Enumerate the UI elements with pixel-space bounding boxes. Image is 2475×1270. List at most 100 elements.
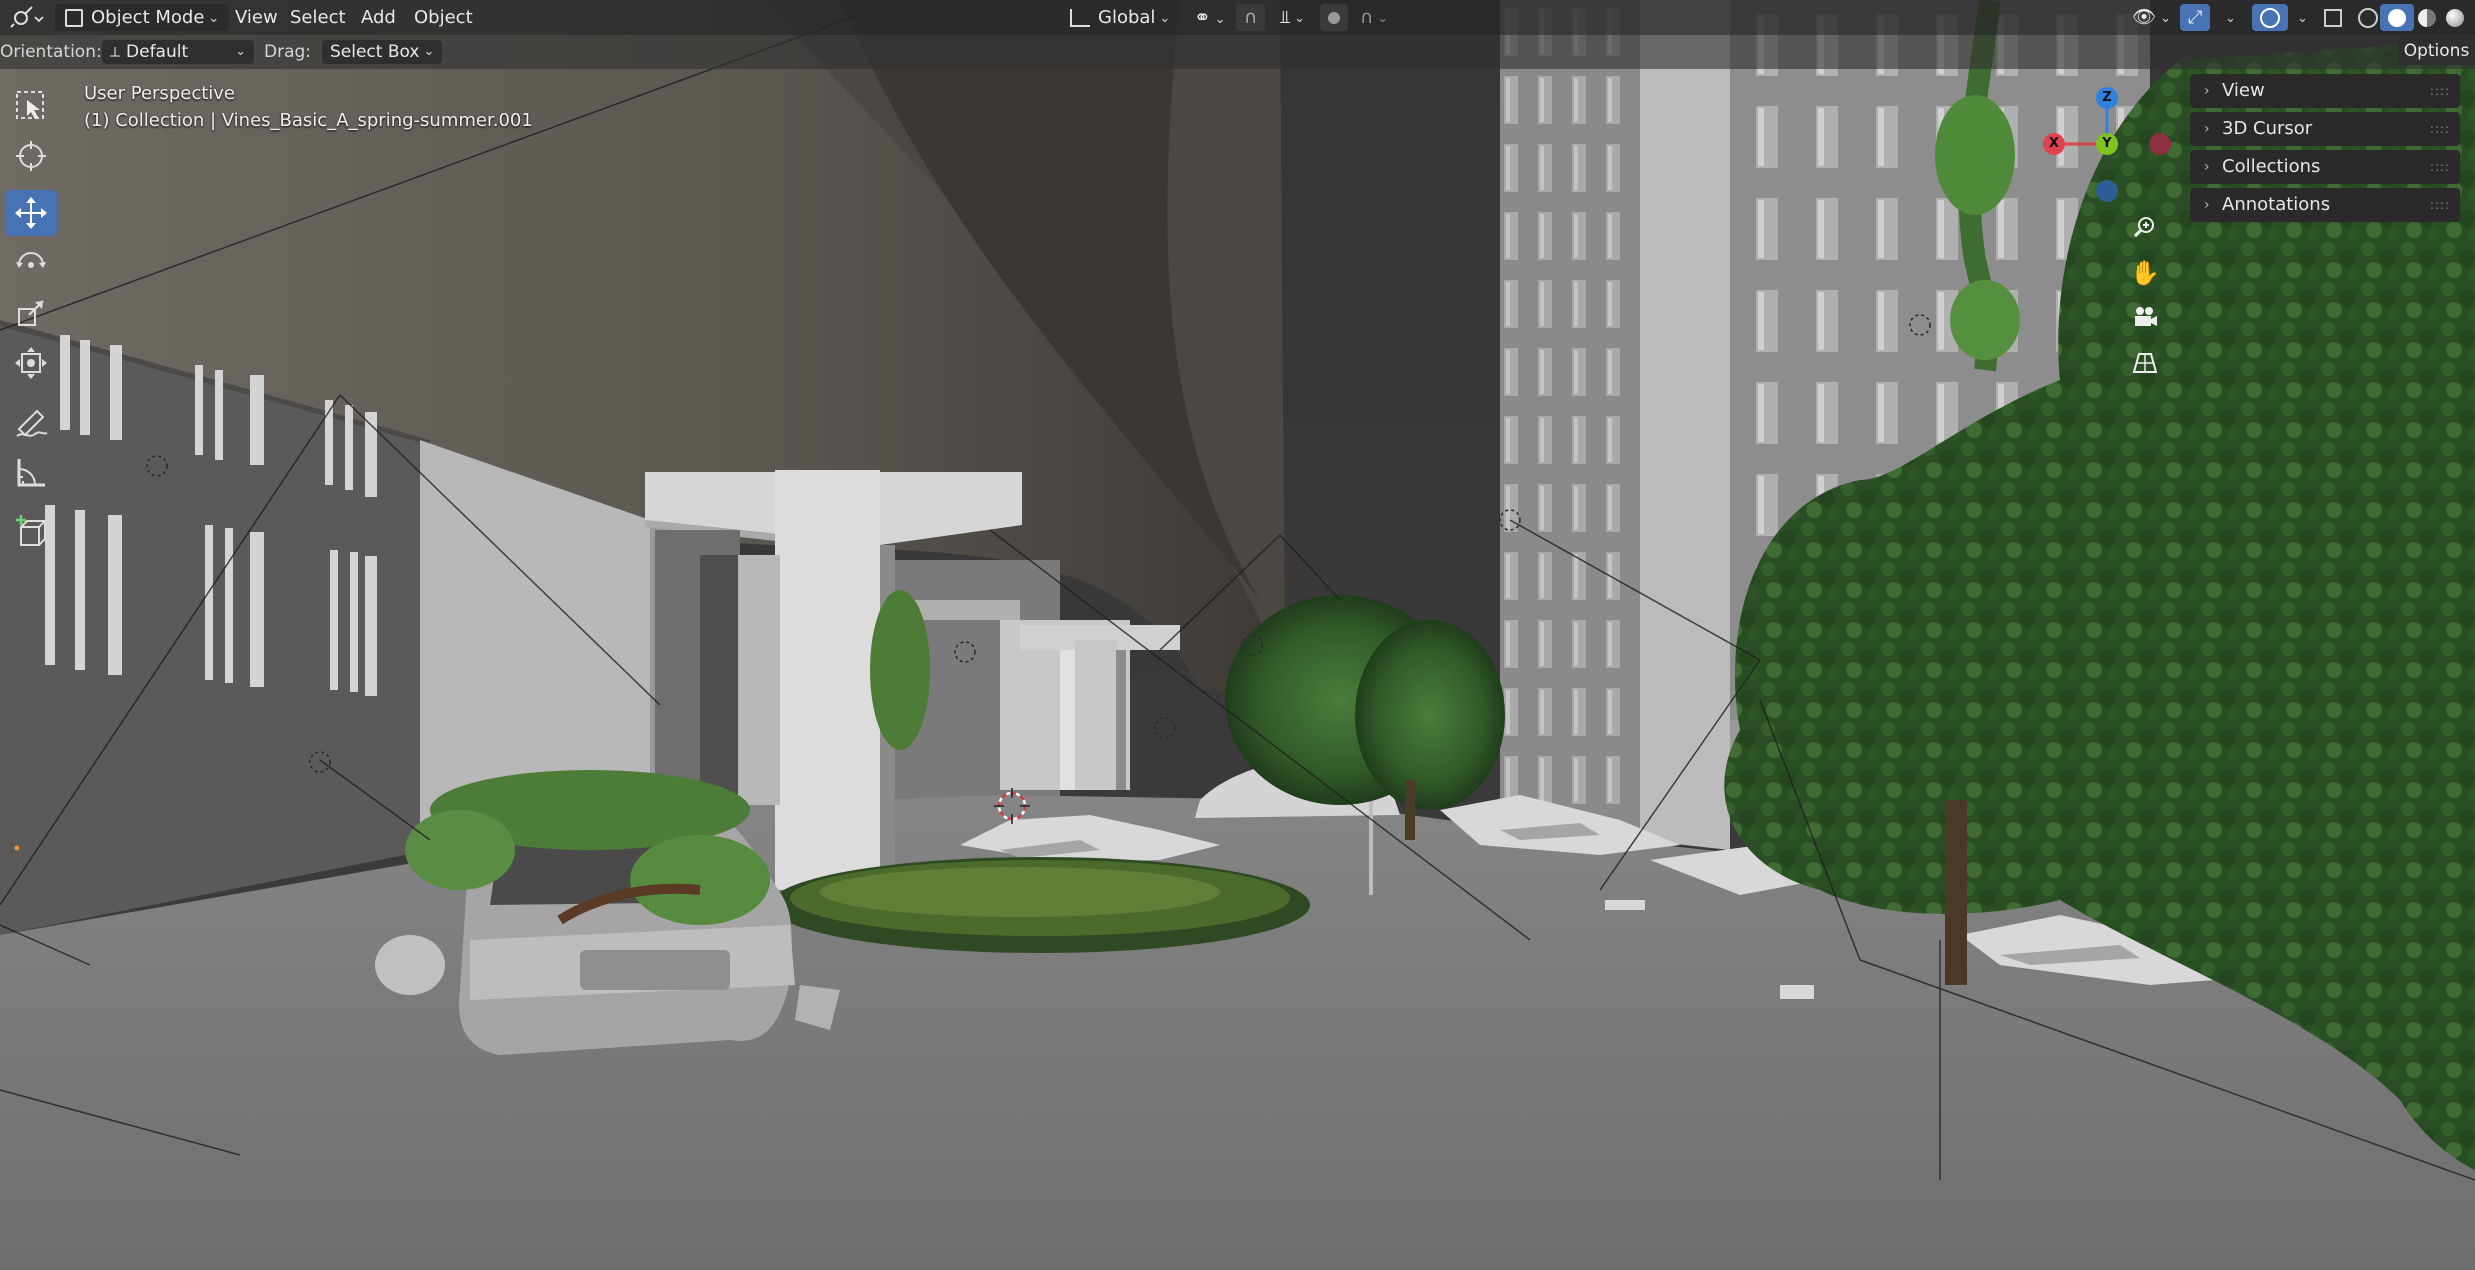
npanel-section-label: 3D Cursor	[2222, 118, 2313, 139]
drag-value: Select Box	[330, 42, 420, 62]
gizmo-neg-x-axis[interactable]	[2149, 133, 2171, 155]
transform-orientation-dropdown[interactable]: Global ⌄	[1062, 4, 1178, 31]
tool-move[interactable]	[5, 190, 57, 236]
chevron-down-icon: ⌄	[2160, 10, 2172, 26]
drag-handle-icon[interactable]: ::::	[2430, 74, 2450, 108]
viewport-perspective-label: User Perspective	[84, 83, 235, 104]
editor-type-button[interactable]	[2, 4, 52, 31]
menu-view[interactable]: View	[227, 4, 286, 31]
pan-button[interactable]: ✋	[2128, 256, 2162, 290]
chevron-right-icon: ›	[2204, 159, 2210, 175]
magnet-icon: ∩	[1244, 7, 1258, 28]
npanel-section-label: Annotations	[2222, 194, 2331, 215]
gizmo-dropdown[interactable]: ⌄	[2213, 4, 2244, 31]
rotate-icon	[16, 252, 46, 268]
tool-scale[interactable]	[5, 290, 57, 336]
proportional-falloff-dropdown[interactable]: ∩ ⌄	[1352, 4, 1396, 31]
chevron-down-icon: ⌄	[2225, 10, 2236, 26]
menu-select[interactable]: Select	[282, 4, 354, 31]
pivot-point-dropdown[interactable]: ⚭ ⌄	[1186, 4, 1234, 31]
chevron-down-icon: ⌄	[235, 44, 246, 59]
pivot-icon: ⚭	[1194, 5, 1211, 29]
object-mode-icon	[65, 9, 83, 27]
shading-rendered-button[interactable]	[2438, 4, 2472, 31]
chevron-right-icon: ›	[2204, 197, 2210, 213]
tool-add-cube[interactable]	[5, 508, 57, 554]
ortho-toggle-button[interactable]	[2128, 346, 2162, 380]
snap-target-dropdown[interactable]: ⫫ ⌄	[1272, 4, 1313, 31]
npanel-section-collections[interactable]: › Collections ::::	[2190, 150, 2460, 184]
proportional-editing-icon	[1328, 12, 1340, 24]
mode-label: Object Mode	[91, 7, 205, 28]
menu-add[interactable]: Add	[353, 4, 404, 31]
xray-toggle[interactable]	[2316, 4, 2350, 31]
tool-annotate[interactable]	[5, 400, 57, 446]
orientation-axes-icon	[1070, 9, 1090, 27]
menu-object[interactable]: Object	[406, 4, 481, 31]
add-cube-icon	[16, 515, 48, 546]
snap-increment-icon: ⫫	[1280, 7, 1291, 28]
camera-view-button[interactable]	[2128, 300, 2162, 334]
scale-icon	[18, 300, 44, 326]
zoom-button[interactable]	[2128, 210, 2162, 244]
proportional-editing-toggle[interactable]	[1320, 4, 1348, 31]
drag-dropdown[interactable]: Select Box ⌄	[322, 40, 443, 64]
gizmo-x-axis[interactable]: X	[2043, 133, 2065, 155]
hand-icon: ✋	[2130, 259, 2160, 287]
tool-measure[interactable]	[5, 450, 57, 496]
gizmo-z-axis[interactable]: Z	[2096, 87, 2118, 109]
tool-select-box[interactable]	[5, 83, 57, 129]
orientation-gizmo-icon: ⟂	[110, 43, 121, 61]
zoom-icon	[2133, 217, 2154, 238]
npanel-section-annotations[interactable]: › Annotations ::::	[2190, 188, 2460, 222]
visibility-dropdown[interactable]: 👁 ⌄	[2124, 4, 2179, 31]
material-sphere-icon	[2418, 9, 2436, 27]
orientation-label: Orientation:	[0, 42, 102, 62]
snap-toggle[interactable]: ∩	[1236, 4, 1266, 31]
chevron-down-icon: ⌄	[1377, 10, 1389, 26]
camera-icon	[2135, 307, 2157, 326]
chevron-down-icon: ⌄	[1159, 10, 1171, 26]
chevron-down-icon: ⌄	[423, 44, 435, 59]
viewport-header: Object Mode ⌄ View Select Add Object Glob…	[0, 0, 2475, 35]
transform-icon	[15, 347, 47, 379]
overlays-icon	[2260, 8, 2280, 28]
cursor-icon	[16, 141, 46, 171]
rendered-sphere-icon	[2446, 9, 2464, 27]
pencil-icon	[16, 409, 48, 437]
navigation-gizmo[interactable]: X Y Z	[2030, 82, 2171, 212]
drag-handle-icon[interactable]: ::::	[2430, 188, 2450, 222]
gizmo-neg-z-axis[interactable]	[2096, 180, 2118, 202]
xray-icon	[2324, 9, 2342, 27]
drag-handle-icon[interactable]: ::::	[2430, 112, 2450, 146]
shading-solid-button[interactable]	[2380, 4, 2414, 31]
overlays-dropdown[interactable]: ⌄	[2285, 4, 2316, 31]
gizmo-icon: ⤢	[2188, 7, 2203, 28]
options-button[interactable]: Options	[2398, 37, 2475, 65]
editor-type-icon	[10, 6, 44, 28]
npanel-section-view[interactable]: › View ::::	[2190, 74, 2460, 108]
gizmo-y-axis[interactable]: Y	[2096, 133, 2118, 155]
tool-rotate[interactable]	[5, 240, 57, 286]
chevron-down-icon: ⌄	[208, 10, 220, 26]
tool-transform[interactable]	[5, 340, 57, 386]
orientation-dropdown[interactable]: ⟂ Default ⌄	[102, 40, 254, 64]
npanel-section-3d-cursor[interactable]: › 3D Cursor ::::	[2190, 112, 2460, 146]
active-object-label: (1) Collection | Vines_Basic_A_spring-su…	[84, 110, 533, 131]
chevron-right-icon: ›	[2204, 83, 2210, 99]
transform-orientation-label: Global	[1098, 7, 1156, 28]
npanel-section-label: View	[2222, 80, 2265, 101]
show-overlays-toggle[interactable]	[2252, 4, 2288, 31]
wireframe-sphere-icon	[2358, 8, 2378, 28]
show-gizmo-toggle[interactable]: ⤢	[2180, 4, 2211, 31]
tool-cursor[interactable]	[5, 133, 57, 179]
drag-handle-icon[interactable]: ::::	[2430, 150, 2450, 184]
chevron-right-icon: ›	[2204, 121, 2210, 137]
select-box-icon	[16, 91, 44, 119]
chevron-down-icon: ⌄	[1214, 11, 1226, 27]
npanel-section-label: Collections	[2222, 156, 2321, 177]
move-icon	[15, 197, 47, 229]
mode-dropdown[interactable]: Object Mode ⌄	[55, 4, 230, 31]
orientation-value: Default	[126, 42, 189, 62]
ruler-icon	[17, 459, 45, 487]
